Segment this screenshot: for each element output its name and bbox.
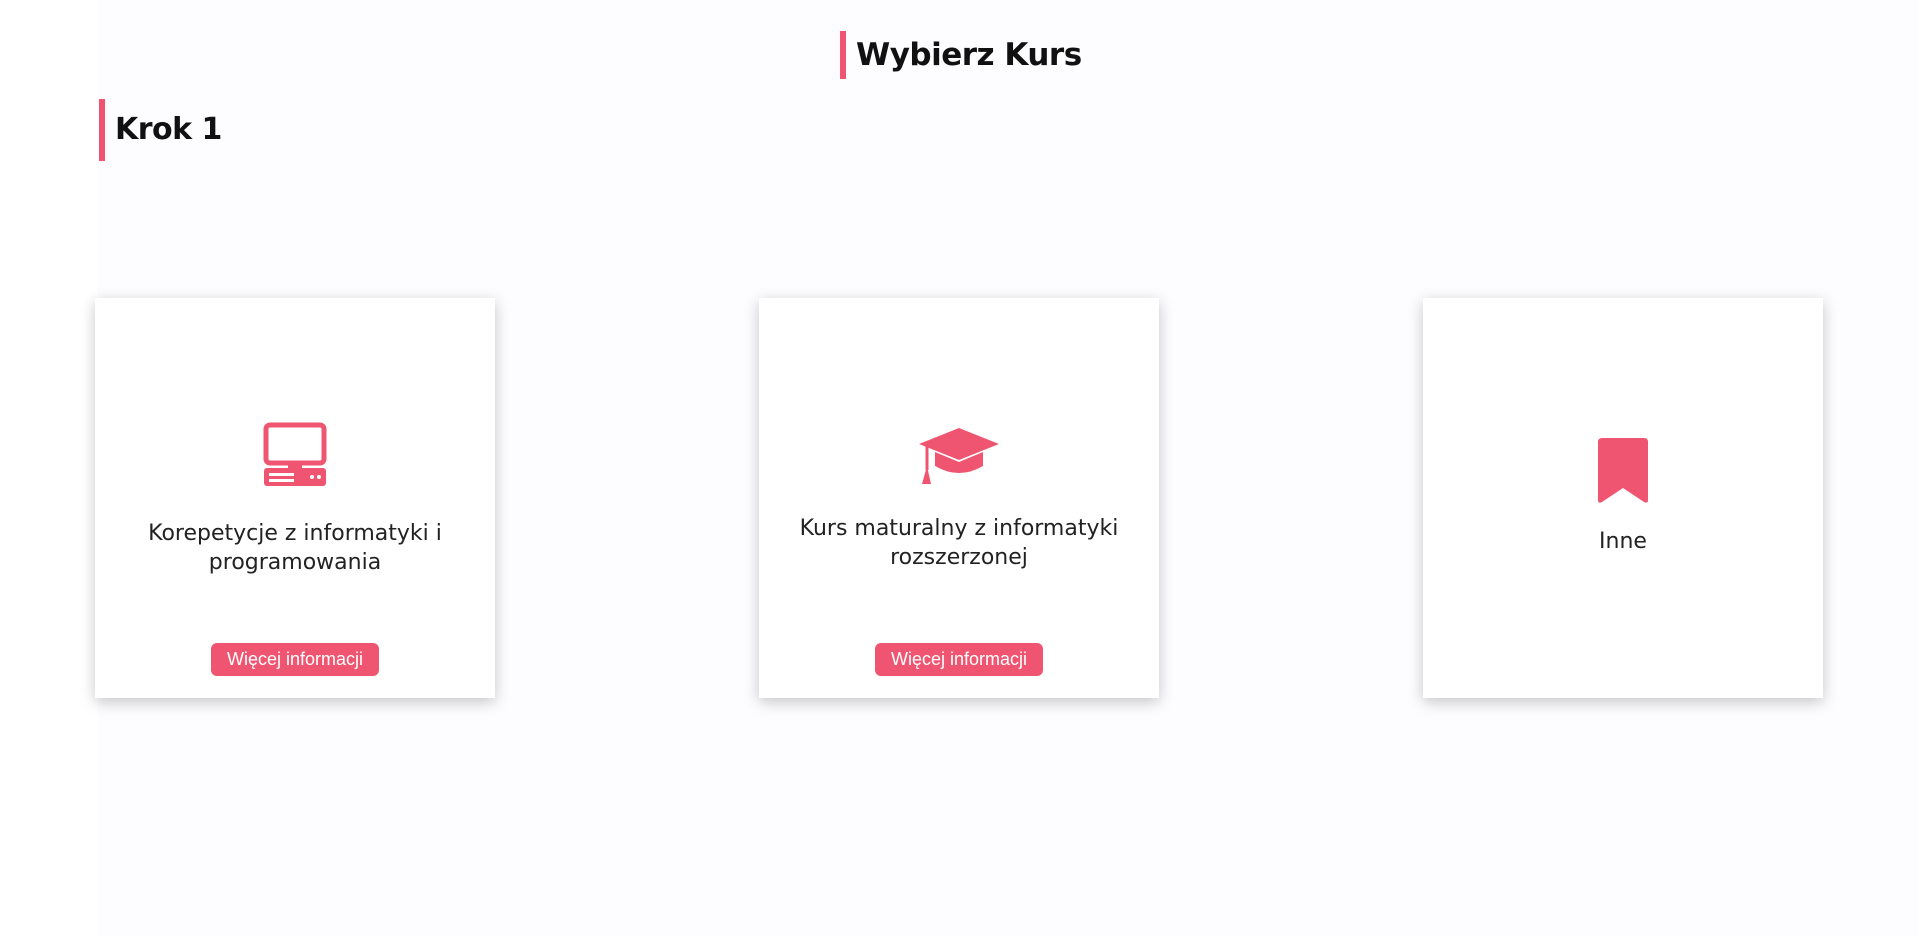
- bookmark-icon: [1598, 438, 1648, 509]
- more-info-button[interactable]: Więcej informacji: [874, 643, 1044, 676]
- page: Wybierz Kurs Krok 1 Korepetycje z inform…: [0, 0, 1919, 936]
- course-card-matura[interactable]: Kurs maturalny z informatyki rozszerzone…: [759, 298, 1159, 698]
- course-title: Korepetycje z informatyki i programowani…: [148, 521, 442, 575]
- desktop-computer-icon: [262, 422, 328, 493]
- step-title: Krok 1: [99, 98, 222, 161]
- page-title: Wybierz Kurs: [840, 30, 1082, 79]
- course-title: Kurs maturalny z informatyki rozszerzone…: [799, 516, 1119, 570]
- more-info-button[interactable]: Więcej informacji: [210, 643, 380, 676]
- course-title: Inne: [1599, 529, 1647, 554]
- course-card-other[interactable]: Inne: [1423, 298, 1823, 698]
- course-card-tutoring[interactable]: Korepetycje z informatyki i programowani…: [95, 298, 495, 698]
- graduation-cap-icon: [918, 426, 1000, 491]
